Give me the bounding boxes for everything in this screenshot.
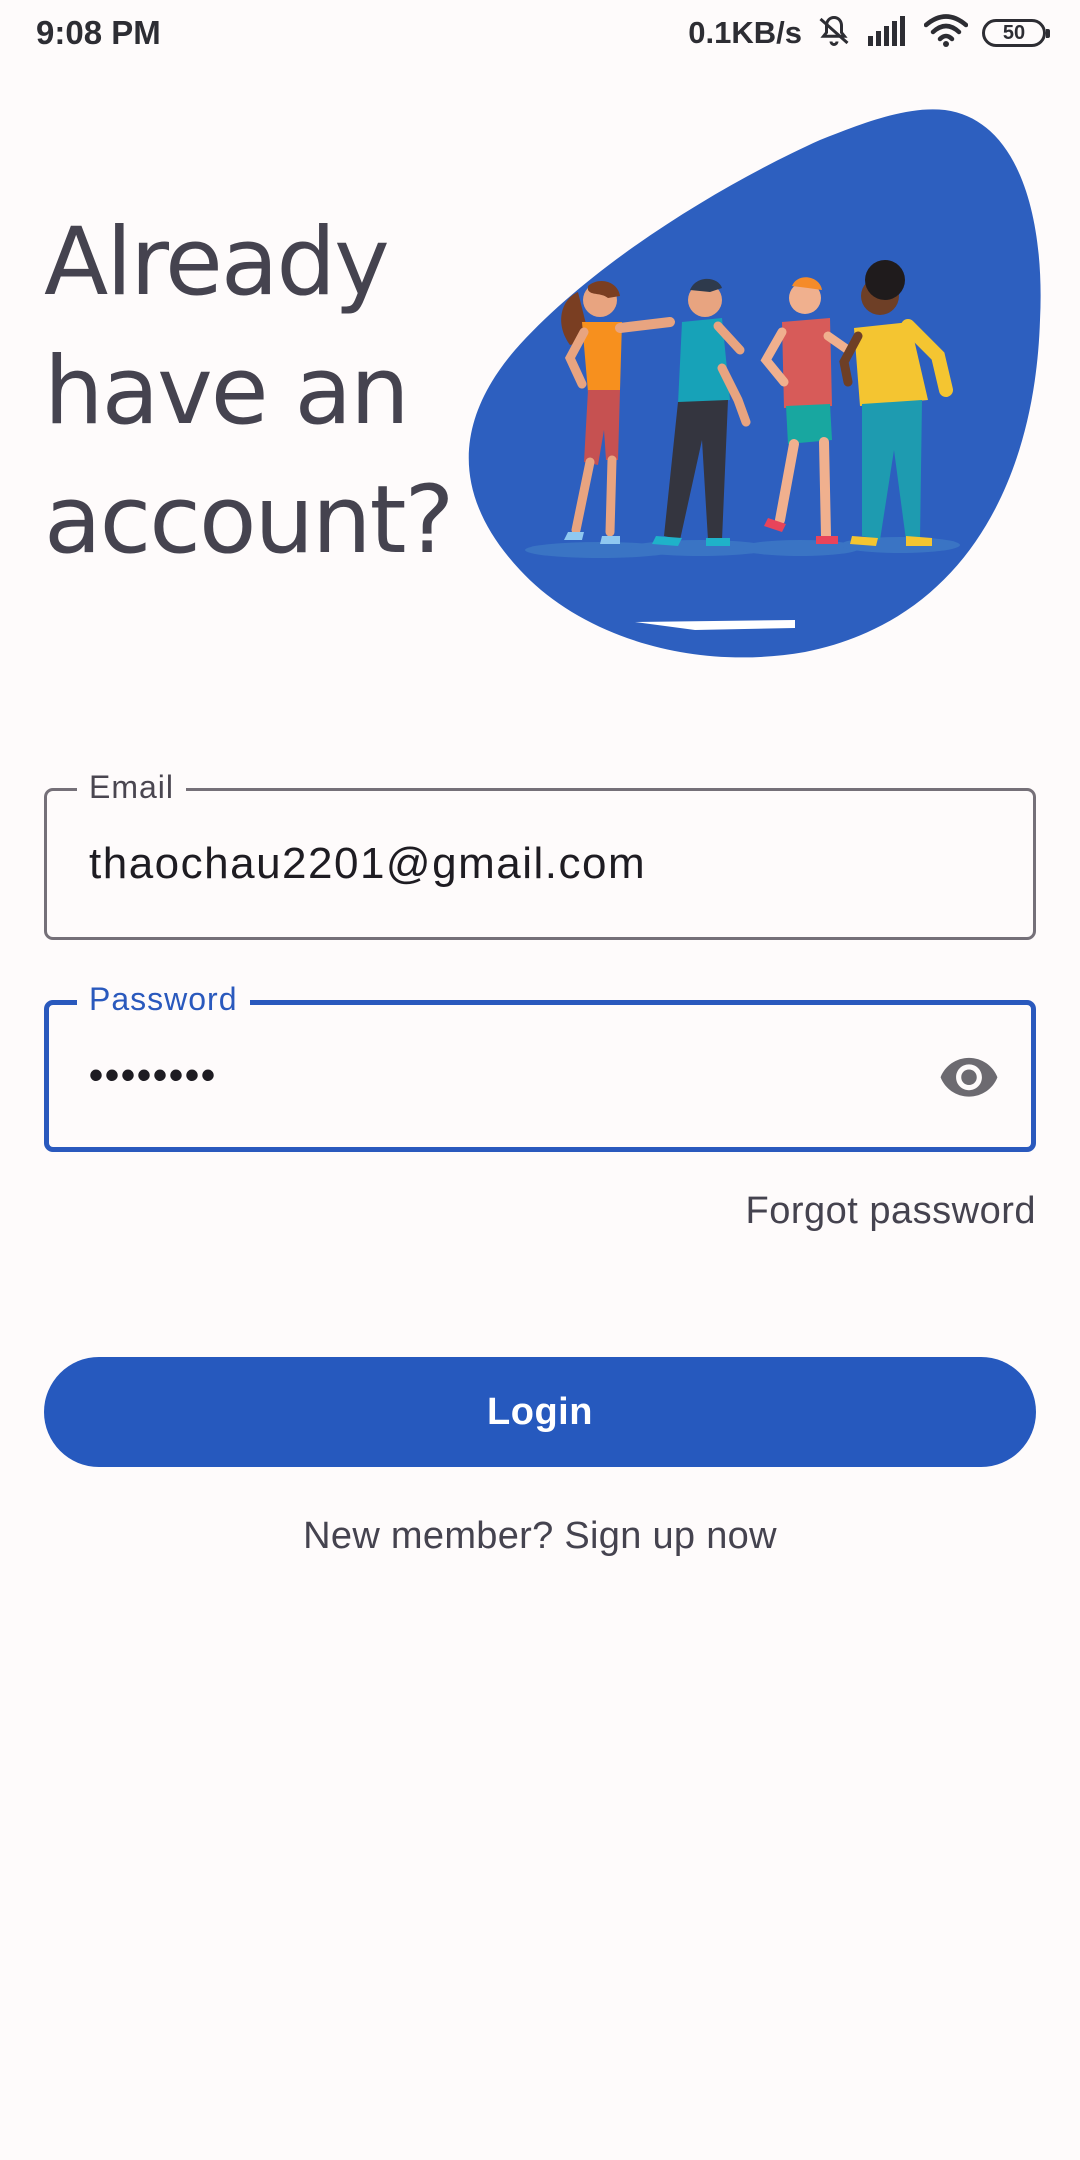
login-button[interactable]: Login <box>44 1357 1036 1467</box>
wifi-icon <box>923 13 969 53</box>
signal-icon <box>866 14 910 53</box>
email-input[interactable]: thaochau2201@gmail.com <box>89 839 646 889</box>
email-field[interactable]: Email thaochau2201@gmail.com <box>44 767 1036 940</box>
battery-icon: 50 <box>982 19 1050 47</box>
password-label: Password <box>77 979 250 1019</box>
page-title: Already have an account? <box>44 208 454 575</box>
group-of-friends-illustration <box>460 100 1050 660</box>
status-bar: 9:08 PM 0.1KB/s 50 <box>0 0 1080 66</box>
signup-link[interactable]: New member? Sign up now <box>0 1515 1080 1558</box>
password-input[interactable]: •••••••• <box>89 1054 217 1099</box>
eye-icon[interactable] <box>935 1042 1003 1110</box>
status-time: 9:08 PM <box>36 14 161 51</box>
network-speed: 0.1KB/s <box>688 15 802 50</box>
bell-muted-icon <box>816 13 852 54</box>
password-field[interactable]: Password •••••••• <box>44 979 1036 1152</box>
forgot-password-link[interactable]: Forgot password <box>745 1190 1036 1233</box>
email-label: Email <box>77 767 187 807</box>
status-icons: 0.1KB/s 50 <box>688 12 1050 54</box>
